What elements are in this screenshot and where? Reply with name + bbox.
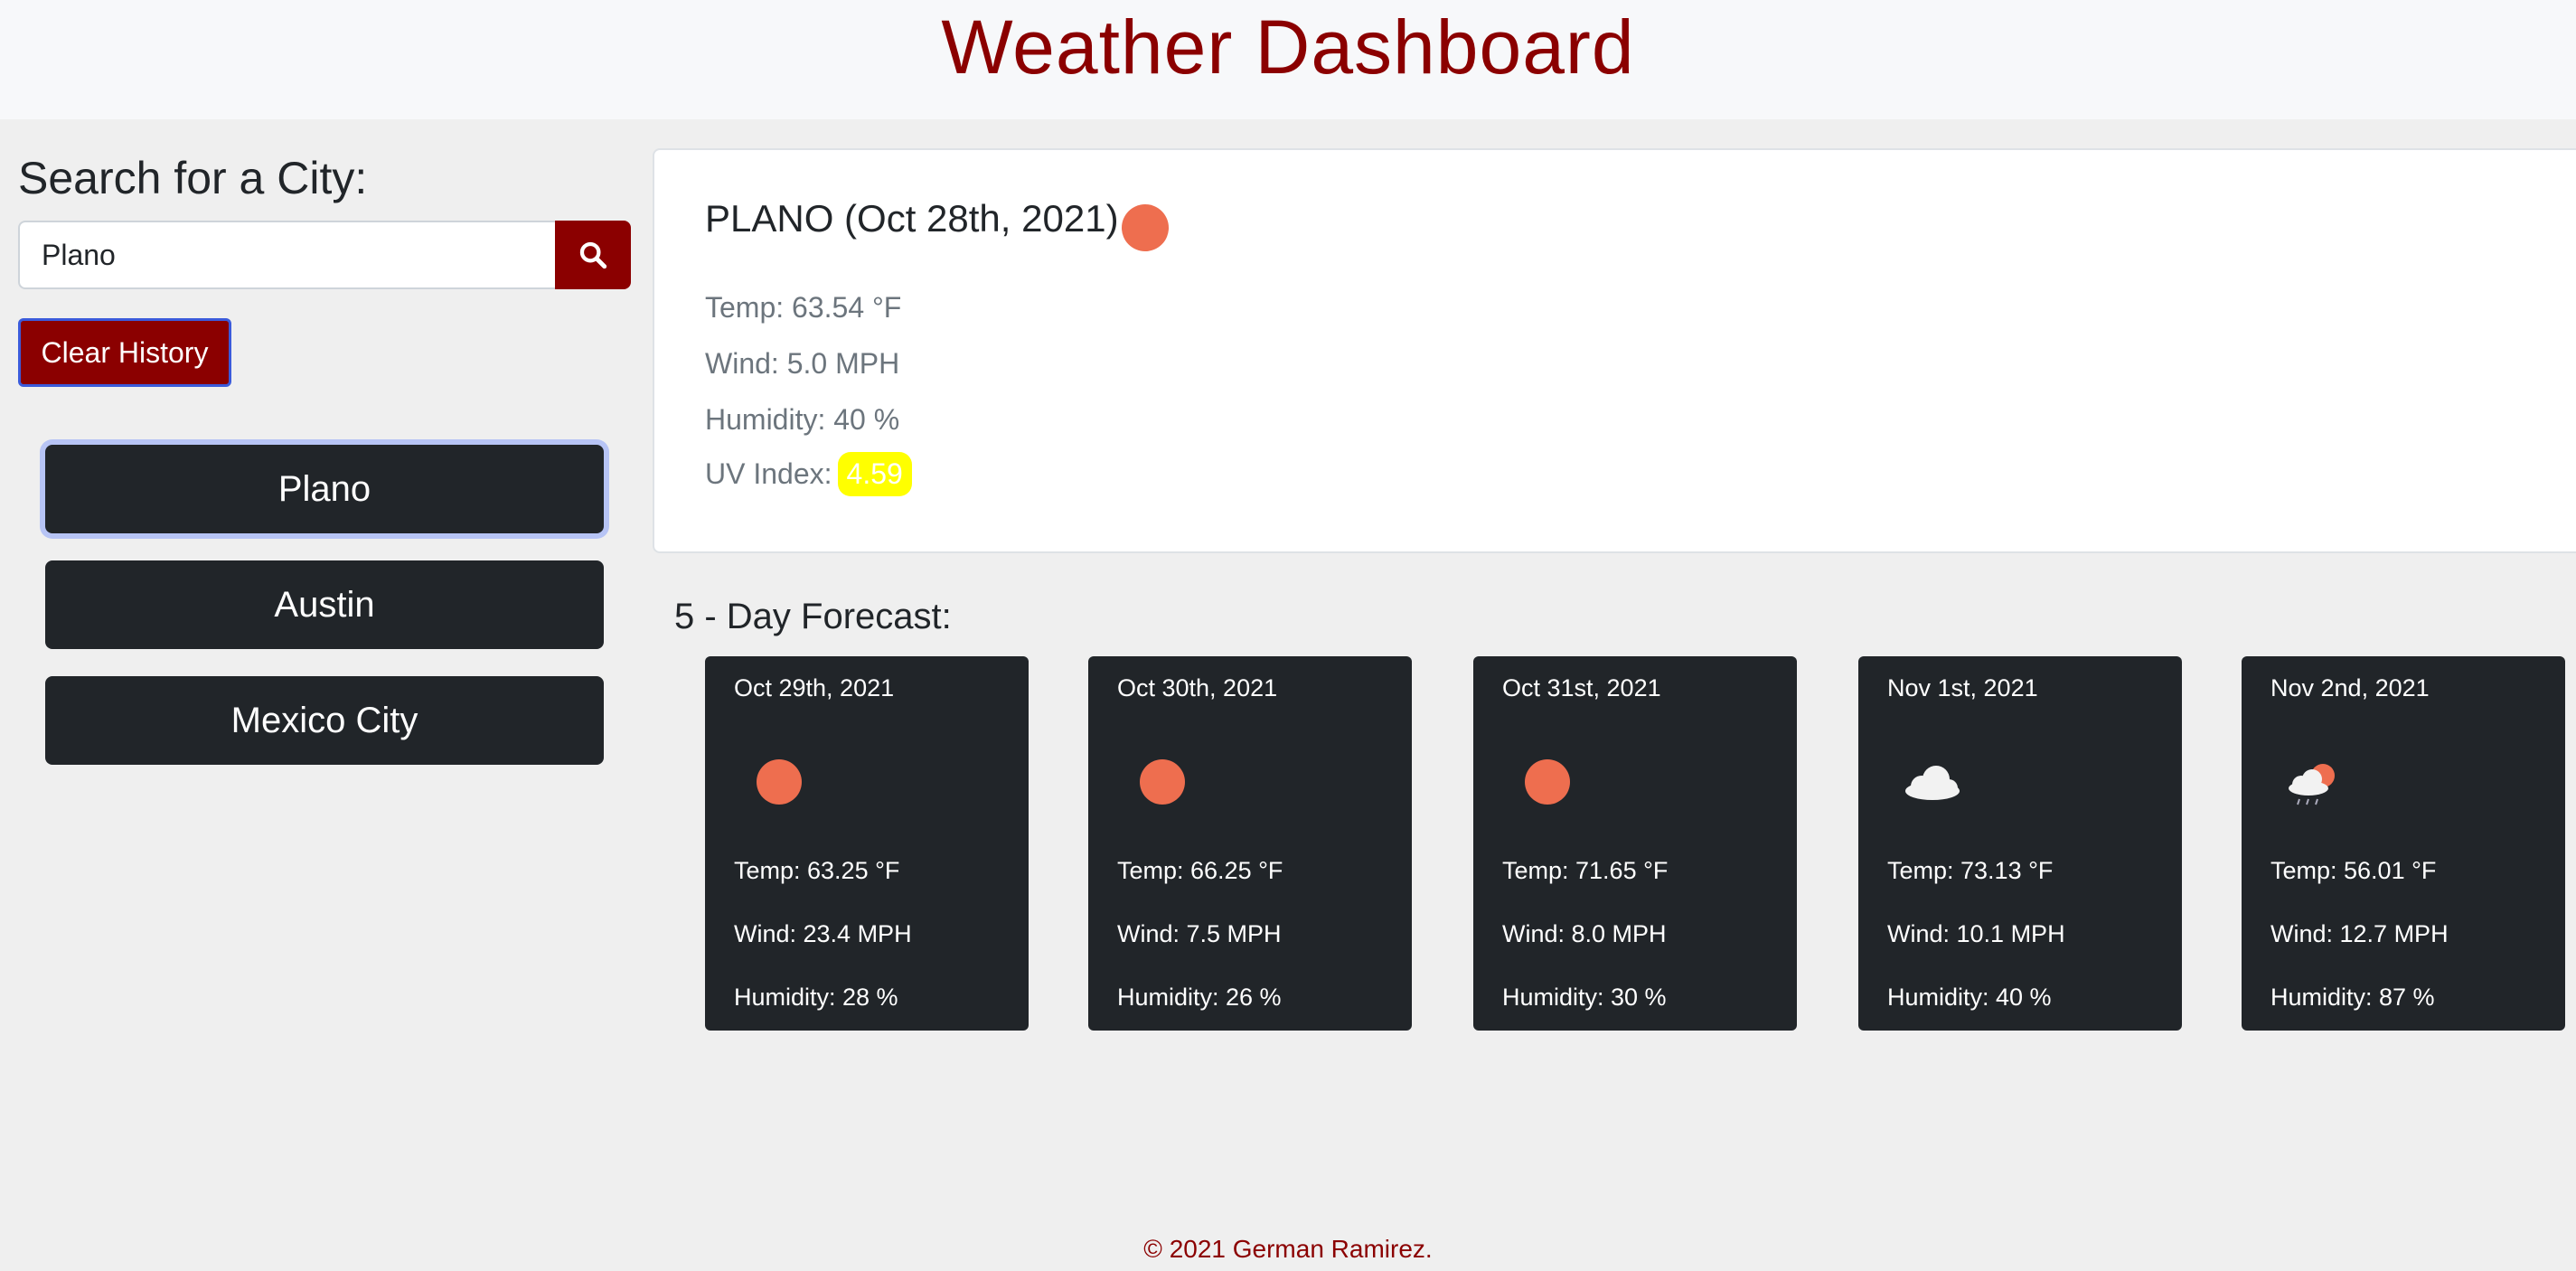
- uv-badge: 4.59: [837, 452, 912, 496]
- forecast-wind: Wind: 12.7 MPH: [2270, 920, 2449, 947]
- city-search-input[interactable]: [18, 221, 557, 289]
- forecast-temp: Temp: 73.13 °F: [1887, 857, 2054, 884]
- forecast-card: Oct 30th, 2021 Temp: 66.25 °F Wind: 7.5 …: [1088, 656, 1412, 1031]
- forecast-humidity: Humidity: 30 %: [1502, 984, 1667, 1011]
- current-city-title: PLANO (Oct 28th, 2021): [705, 197, 1119, 240]
- current-weather-card: PLANO (Oct 28th, 2021) Temp: 63.54 °F Wi…: [653, 148, 2576, 553]
- forecast-humidity: Humidity: 40 %: [1887, 984, 2052, 1011]
- sun-icon: [1140, 759, 1185, 805]
- forecast-humidity: Humidity: 26 %: [1117, 984, 1282, 1011]
- sun-icon: [1525, 759, 1570, 805]
- forecast-temp: Temp: 63.25 °F: [734, 857, 900, 884]
- page-header: Weather Dashboard: [0, 0, 2576, 119]
- forecast-date: Oct 29th, 2021: [734, 674, 895, 701]
- cloud-icon: [1905, 766, 1960, 800]
- current-temp: Temp: 63.54 °F: [705, 291, 902, 324]
- clear-history-button[interactable]: Clear History: [18, 318, 231, 387]
- forecast-temp: Temp: 66.25 °F: [1117, 857, 1283, 884]
- search-heading: Search for a City:: [18, 153, 368, 203]
- forecast-card: Oct 31st, 2021 Temp: 71.65 °F Wind: 8.0 …: [1473, 656, 1797, 1031]
- forecast-heading: 5 - Day Forecast:: [674, 597, 952, 636]
- forecast-humidity: Humidity: 87 %: [2270, 984, 2435, 1011]
- forecast-humidity: Humidity: 28 %: [734, 984, 898, 1011]
- page-title: Weather Dashboard: [941, 4, 1635, 89]
- forecast-temp: Temp: 71.65 °F: [1502, 857, 1669, 884]
- forecast-date: Oct 31st, 2021: [1502, 674, 1661, 701]
- search-icon: [579, 241, 607, 269]
- forecast-wind: Wind: 7.5 MPH: [1117, 920, 1282, 947]
- rain-sun-icon: [2289, 764, 2335, 805]
- current-wind: Wind: 5.0 MPH: [705, 347, 900, 380]
- current-humidity: Humidity: 40 %: [705, 403, 900, 436]
- forecast-card: Nov 2nd, 2021 Temp: 56.01 °F Wind: 12.7 …: [2242, 656, 2565, 1031]
- forecast-card: Nov 1st, 2021 Temp: 73.13 °F Wind: 10.1 …: [1858, 656, 2182, 1031]
- search-history-list: Plano Austin Mexico City: [42, 441, 606, 792]
- history-item-plano[interactable]: Plano: [45, 445, 604, 533]
- forecast-wind: Wind: 8.0 MPH: [1502, 920, 1667, 947]
- footer-copyright: © 2021 German Ramirez.: [1143, 1235, 1433, 1263]
- forecast-date: Nov 1st, 2021: [1887, 674, 2038, 701]
- history-item-mexico-city[interactable]: Mexico City: [45, 676, 604, 765]
- forecast-date: Oct 30th, 2021: [1117, 674, 1278, 701]
- forecast-date: Nov 2nd, 2021: [2270, 674, 2430, 701]
- forecast-wind: Wind: 10.1 MPH: [1887, 920, 2065, 947]
- sun-icon: [1122, 204, 1169, 251]
- forecast-temp: Temp: 56.01 °F: [2270, 857, 2437, 884]
- history-item-austin[interactable]: Austin: [45, 560, 604, 649]
- current-uv-row: UV Index: 4.59: [705, 452, 912, 496]
- search-button[interactable]: [555, 221, 631, 289]
- sun-icon: [757, 759, 802, 805]
- forecast-card: Oct 29th, 2021 Temp: 63.25 °F Wind: 23.4…: [705, 656, 1029, 1031]
- uv-label: UV Index:: [705, 457, 832, 490]
- forecast-wind: Wind: 23.4 MPH: [734, 920, 912, 947]
